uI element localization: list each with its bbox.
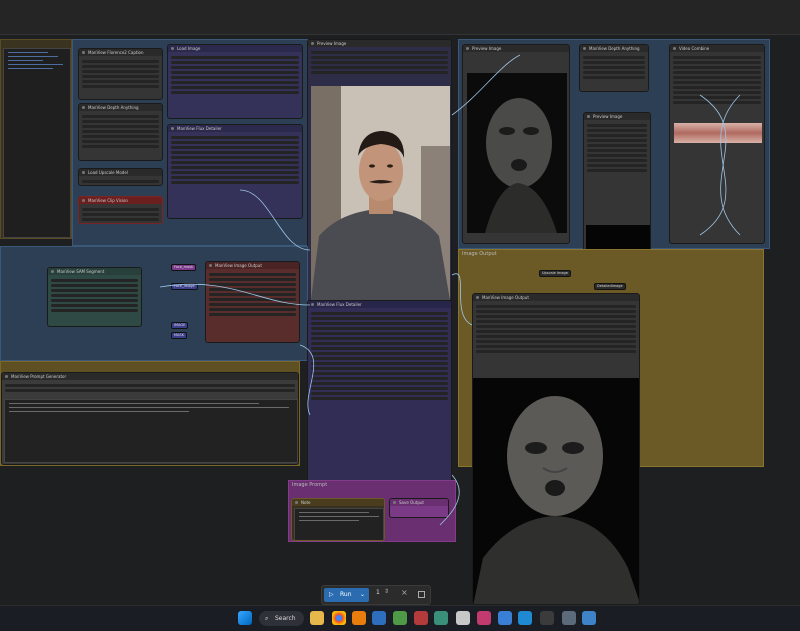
image-out-tag[interactable]: IMAGE: [171, 322, 189, 329]
settings-icon[interactable]: [562, 611, 576, 625]
mask-out-tag[interactable]: MASK: [171, 332, 187, 339]
app-icon[interactable]: [414, 611, 428, 625]
portrait-photo: [311, 86, 450, 300]
chrome-icon[interactable]: [332, 611, 346, 625]
close-icon[interactable]: ×: [401, 588, 408, 597]
top-menu-bar: [0, 0, 800, 35]
node-title: ManView Depth Anything: [580, 45, 648, 52]
upscale-tag[interactable]: Upscale Image: [539, 270, 571, 277]
node-save-output[interactable]: Save Output: [389, 498, 449, 518]
face-mask-tag[interactable]: Face_mask: [171, 264, 197, 271]
sculpt-preview-image: [467, 73, 567, 233]
node-title: ManView Prompt Generator: [2, 373, 298, 380]
portrait-illustration: [311, 86, 450, 300]
windows-start-icon[interactable]: [238, 611, 252, 625]
node-flux-detailer[interactable]: ManView Flux Detailer: [167, 124, 303, 219]
node-manview-output[interactable]: ManView Image Output: [205, 261, 300, 343]
blender-icon[interactable]: [352, 611, 366, 625]
node-title: Video Combine: [670, 45, 764, 52]
detail-image-tag[interactable]: DetailedImage: [594, 283, 626, 290]
node-load-upscale[interactable]: Load Upscale Model: [78, 168, 163, 186]
group-title: Image Output: [462, 251, 497, 257]
play-icon: ▷: [329, 591, 334, 598]
prompt-textarea[interactable]: [4, 399, 298, 463]
face-image-tag[interactable]: Face_Image: [171, 283, 198, 290]
stop-icon[interactable]: [418, 591, 425, 598]
stepper-icon[interactable]: ⇕: [384, 588, 389, 595]
group-gold-prompt[interactable]: ManView Prompt Generator: [0, 361, 300, 466]
node-title: Note: [292, 499, 384, 506]
node-video-combine[interactable]: Video Combine: [669, 44, 765, 244]
node-title: Preview Image: [463, 45, 569, 52]
chevron-down-icon[interactable]: ⌄: [360, 588, 365, 602]
group-blue-main[interactable]: ManView Florence2 Caption ManView Depth …: [72, 39, 308, 246]
node-title: Load Image: [168, 45, 302, 52]
app-icon[interactable]: [434, 611, 448, 625]
node-title: ManView SAM Segment: [48, 268, 141, 275]
note-textarea[interactable]: [294, 508, 384, 540]
node-title: ManView Image Output: [206, 262, 299, 269]
node-final-output[interactable]: ManView Image Output: [472, 293, 640, 605]
node-sam[interactable]: ManView SAM Segment: [47, 267, 142, 327]
taskbar-search[interactable]: ⌕ Search: [259, 611, 304, 626]
file-explorer-icon[interactable]: [310, 611, 324, 625]
group-title: Image Prompt: [292, 482, 328, 488]
node-prompt-generator[interactable]: ManView Prompt Generator: [1, 372, 299, 465]
run-toolbar: ▷ Run ⌄ 1 ⇕ ×: [321, 585, 431, 605]
lips-preview-image: [674, 123, 762, 143]
app-icon[interactable]: [372, 611, 386, 625]
node-florence[interactable]: ManView Florence2 Caption: [78, 48, 163, 100]
run-button[interactable]: ▷ Run ⌄: [324, 588, 369, 602]
batch-count[interactable]: 1: [376, 589, 380, 596]
vscode-icon[interactable]: [518, 611, 532, 625]
node-note[interactable]: Note: [291, 498, 385, 541]
node-title: ManView Flux Detailer: [168, 125, 302, 132]
node-image-preview-portrait[interactable]: Preview Image: [307, 39, 452, 301]
search-icon: ⌕: [265, 615, 269, 622]
left-text-area[interactable]: [3, 48, 71, 238]
app-icon[interactable]: [456, 611, 470, 625]
search-label: Search: [275, 615, 296, 622]
app-icon[interactable]: [393, 611, 407, 625]
node-title: Load Upscale Model: [79, 169, 162, 176]
node-title: ManView Image Output: [473, 294, 639, 301]
node-title: ManView Flux Detailer: [308, 301, 451, 308]
group-blue-middle[interactable]: ManView SAM Segment ManView Image Output…: [0, 246, 308, 361]
windows-taskbar: ⌕ Search: [0, 605, 800, 631]
node-image-loader[interactable]: Load Image: [167, 44, 303, 119]
node-title: Preview Image: [308, 40, 451, 47]
app-icon[interactable]: [540, 611, 554, 625]
node-depth-preview[interactable]: Preview Image: [462, 44, 570, 244]
run-label: Run: [340, 591, 352, 598]
node-graph-canvas[interactable]: ManView Florence2 Caption ManView Depth …: [0, 35, 800, 605]
stone-face-thumbnail: [467, 73, 567, 233]
group-purple-note[interactable]: Image Prompt Note Save Output: [288, 480, 456, 542]
node-title: ManView Florence2 Caption: [79, 49, 162, 56]
app-icon[interactable]: [498, 611, 512, 625]
node-title: ManView Depth Anything: [79, 104, 162, 111]
node-clip-vision[interactable]: ManView Clip Vision: [78, 196, 163, 224]
app-icon[interactable]: [477, 611, 491, 625]
node-title: ManView Clip Vision: [79, 197, 162, 204]
node-title: Preview Image: [584, 113, 650, 120]
stone-face-illustration: [473, 378, 639, 604]
node-title: Save Output: [390, 499, 448, 506]
photos-icon[interactable]: [582, 611, 596, 625]
node-flux-sampler[interactable]: ManView Flux Detailer: [307, 300, 452, 495]
group-left-top[interactable]: [0, 39, 72, 239]
group-blue-right[interactable]: Preview Image ManView Depth Anything Pre…: [458, 39, 770, 317]
stone-face-output-image: [473, 378, 639, 604]
node-depth[interactable]: ManView Depth Anything: [78, 103, 163, 161]
node-depth-controls[interactable]: ManView Depth Anything: [579, 44, 649, 92]
